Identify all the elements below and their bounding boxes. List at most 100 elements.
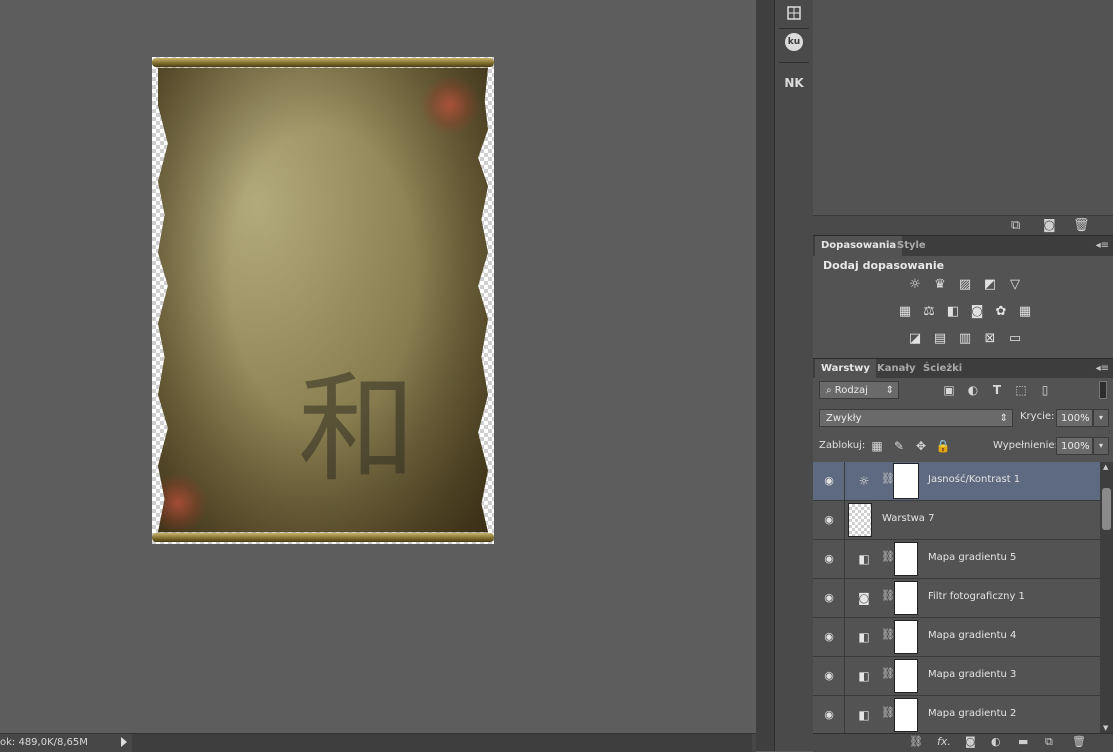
opacity-dropdown-button[interactable]: ▾: [1093, 409, 1109, 427]
link-chain-icon[interactable]: ⛓: [881, 550, 895, 563]
tab-adjustments[interactable]: Dopasowania: [815, 236, 903, 256]
selective-color-icon[interactable]: ⊠: [981, 330, 999, 348]
filter-type-icon[interactable]: T: [989, 382, 1005, 398]
layer-name[interactable]: Filtr fotograficzny 1: [928, 591, 1025, 602]
lock-all-padlock-icon[interactable]: 🔒: [935, 438, 951, 454]
scroll-down-arrow-icon[interactable]: ▼: [1103, 724, 1108, 732]
layer-name[interactable]: Mapa gradientu 2: [928, 708, 1016, 719]
plugin-panel-icon[interactable]: [783, 4, 805, 26]
tab-paths[interactable]: Ścieżki: [917, 359, 968, 379]
layer-mask-thumbnail[interactable]: [894, 581, 918, 615]
layer-name[interactable]: Mapa gradientu 4: [928, 630, 1016, 641]
filter-smart-object-icon[interactable]: ▯: [1037, 382, 1053, 398]
layer-transparent-thumbnail[interactable]: [848, 503, 872, 537]
lock-transparency-icon[interactable]: ▦: [869, 438, 885, 454]
layer-filter-select[interactable]: ⌕ Rodzaj ⇕: [819, 381, 899, 399]
gradient-triangle-icon[interactable]: ▽: [1006, 276, 1024, 294]
visibility-eye-icon[interactable]: ◉: [822, 708, 836, 722]
canvas-area[interactable]: 和: [0, 0, 756, 733]
layer-mask-thumbnail[interactable]: [894, 620, 918, 654]
layer-name[interactable]: Warstwa 7: [882, 513, 934, 524]
tab-channels[interactable]: Kanały: [871, 359, 922, 379]
status-menu-arrow-icon[interactable]: [121, 737, 127, 747]
visibility-eye-icon[interactable]: ◉: [822, 513, 836, 527]
visibility-eye-icon[interactable]: ◉: [822, 474, 836, 488]
color-balance-icon[interactable]: ⚖: [920, 303, 938, 321]
opacity-input[interactable]: 100%: [1056, 409, 1093, 427]
layer-name[interactable]: Mapa gradientu 5: [928, 552, 1016, 563]
layer-mask-thumbnail[interactable]: [894, 698, 918, 732]
fill-input[interactable]: 100%: [1056, 437, 1093, 455]
horizontal-scrollbar[interactable]: [132, 734, 752, 752]
layer-name[interactable]: Jasność/Kontrast 1: [928, 474, 1020, 485]
panel-menu-icon[interactable]: ◂≡: [1096, 363, 1109, 374]
new-document-icon[interactable]: ⧉: [1011, 218, 1020, 233]
exposure-icon[interactable]: ◩: [981, 276, 999, 294]
tab-layers[interactable]: Warstwy: [815, 359, 876, 379]
new-adjustment-layer-icon[interactable]: ◐: [991, 735, 1001, 748]
add-mask-icon[interactable]: ◙: [965, 735, 976, 748]
layer-row-brightness-contrast[interactable]: ◉ ☼ ⛓ Jasność/Kontrast 1: [813, 462, 1100, 501]
visibility-eye-icon[interactable]: ◉: [822, 630, 836, 644]
fx-layer-style-icon[interactable]: fx.: [937, 735, 951, 748]
layer-row-gradient-map-3[interactable]: ◉ ◧ ⛓ Mapa gradientu 3: [813, 657, 1100, 696]
new-group-folder-icon[interactable]: ▬: [1018, 735, 1028, 748]
link-chain-icon[interactable]: ⛓: [881, 667, 895, 680]
delete-layer-trash-icon[interactable]: 🗑: [1072, 735, 1086, 748]
vibrance-icon[interactable]: ▦: [896, 303, 914, 321]
layer-row-photo-filter-1[interactable]: ◉ ◙ ⛓ Filtr fotograficzny 1: [813, 579, 1100, 618]
black-white-icon[interactable]: ◧: [944, 303, 962, 321]
document-canvas[interactable]: 和: [152, 57, 494, 544]
filter-adjustment-icon[interactable]: ◐: [965, 382, 981, 398]
document-size-info: ok: 489,0K/8,65M: [0, 737, 88, 748]
lock-position-move-icon[interactable]: ✥: [913, 438, 929, 454]
layers-vertical-scrollbar[interactable]: ▲ ▼: [1100, 462, 1113, 734]
lock-pixels-brush-icon[interactable]: ✎: [891, 438, 907, 454]
visibility-eye-icon[interactable]: ◉: [822, 591, 836, 605]
link-layers-icon[interactable]: ⛓: [909, 735, 923, 748]
link-chain-icon[interactable]: ⛓: [881, 589, 895, 602]
panel-menu-icon[interactable]: ◂≡: [1096, 240, 1109, 251]
layer-name[interactable]: Mapa gradientu 3: [928, 669, 1016, 680]
filter-pixel-icon[interactable]: ▣: [941, 382, 957, 398]
threshold-icon[interactable]: ▥: [956, 330, 974, 348]
layer-mask-thumbnail[interactable]: [894, 542, 918, 576]
visibility-eye-icon[interactable]: ◉: [822, 552, 836, 566]
layer-mask-thumbnail[interactable]: [893, 463, 919, 499]
nik-panel-button[interactable]: NK: [783, 72, 805, 94]
opacity-label: Krycie:: [1020, 411, 1055, 422]
layer-mask-thumbnail[interactable]: [894, 659, 918, 693]
photo-filter-icon: ◙: [858, 591, 870, 605]
link-chain-icon[interactable]: ⛓: [881, 628, 895, 641]
invert-icon[interactable]: ◪: [906, 330, 924, 348]
new-layer-icon[interactable]: ⧉: [1045, 735, 1053, 749]
gradient-map-icon: ◧: [858, 669, 870, 683]
link-chain-icon[interactable]: ⛓: [881, 472, 895, 485]
column-separator: [779, 62, 809, 63]
levels-icon[interactable]: ♛: [931, 276, 949, 294]
layer-row-gradient-map-4[interactable]: ◉ ◧ ⛓ Mapa gradientu 4: [813, 618, 1100, 657]
camera-icon[interactable]: ◙: [1043, 218, 1056, 233]
gradient-map-icon[interactable]: ▭: [1006, 330, 1024, 348]
posterize-icon[interactable]: ▤: [931, 330, 949, 348]
channel-mixer-icon[interactable]: ✿: [992, 303, 1010, 321]
brightness-contrast-icon[interactable]: ☼: [906, 276, 924, 294]
visibility-eye-icon[interactable]: ◉: [822, 669, 836, 683]
color-lookup-icon[interactable]: ▦: [1016, 303, 1034, 321]
curves-icon[interactable]: ▨: [956, 276, 974, 294]
tab-styles[interactable]: Style: [891, 236, 932, 256]
lock-label: Zablokuj:: [819, 440, 866, 451]
filter-shape-icon[interactable]: ⬚: [1013, 382, 1029, 398]
ku-panel-button[interactable]: ku: [785, 33, 803, 51]
scrollbar-thumb[interactable]: [1102, 488, 1111, 530]
layer-row-gradient-map-5[interactable]: ◉ ◧ ⛓ Mapa gradientu 5: [813, 540, 1100, 579]
filter-toggle-switch[interactable]: [1099, 381, 1107, 399]
trash-icon[interactable]: 🗑: [1073, 218, 1090, 233]
scroll-up-arrow-icon[interactable]: ▲: [1103, 463, 1108, 471]
layer-row-gradient-map-2[interactable]: ◉ ◧ ⛓ Mapa gradientu 2: [813, 696, 1100, 734]
photo-filter-icon[interactable]: ◙: [968, 303, 986, 321]
layer-row-warstwa-7[interactable]: ◉ Warstwa 7: [813, 501, 1100, 540]
blend-mode-select[interactable]: Zwykły ⇕: [819, 409, 1013, 427]
link-chain-icon[interactable]: ⛓: [881, 706, 895, 719]
fill-dropdown-button[interactable]: ▾: [1093, 437, 1109, 455]
